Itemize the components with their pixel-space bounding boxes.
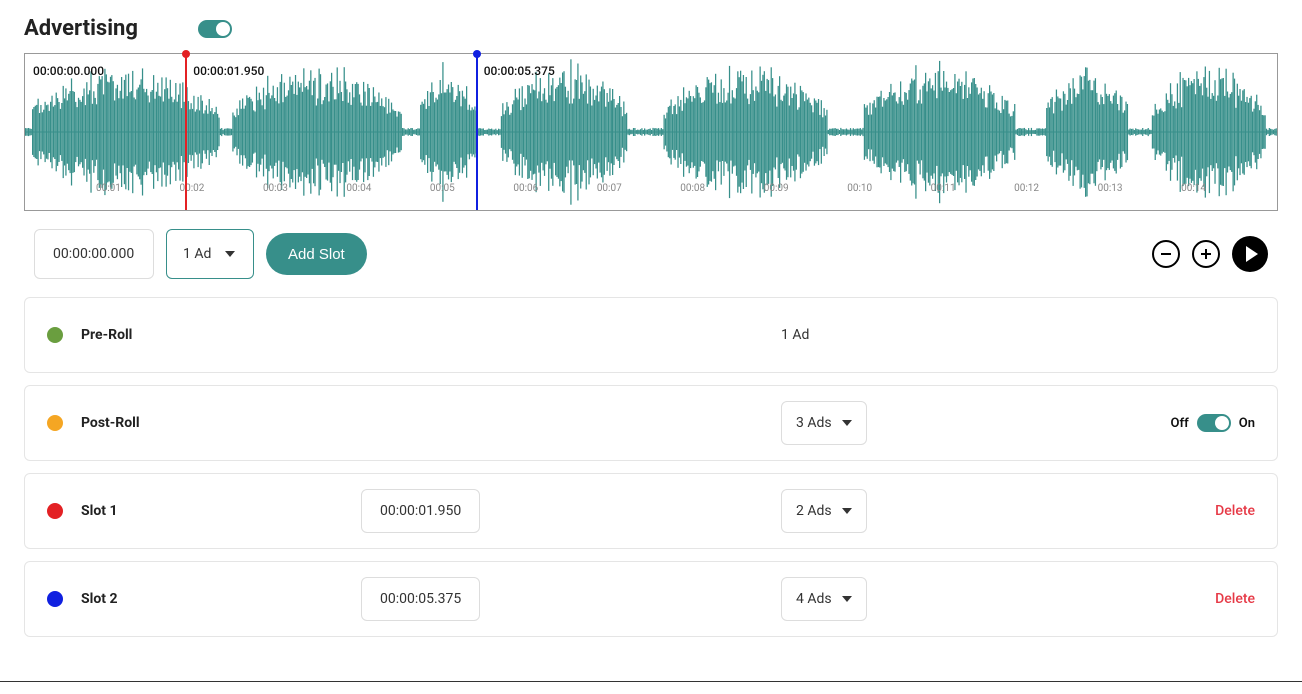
- waveform-marker-timestamp: 00:00:01.950: [193, 64, 264, 78]
- slot-ads-select[interactable]: 4 Ads: [781, 577, 867, 621]
- slot-ads-select[interactable]: 2 Ads: [781, 489, 867, 533]
- toggle-on-label: On: [1239, 416, 1255, 431]
- toggle-off-label: Off: [1171, 416, 1189, 431]
- slot-card: Slot 200:00:05.375 4 Ads Delete: [24, 561, 1278, 637]
- slot-card: Post-Roll 3 Ads Off On: [24, 385, 1278, 461]
- slot-name: Slot 2: [81, 591, 361, 607]
- page-title: Advertising: [24, 16, 138, 41]
- slot-color-dot: [47, 327, 63, 343]
- slot-color-dot: [47, 591, 63, 607]
- chevron-down-icon: [842, 508, 852, 514]
- slot-ads-label: 4 Ads: [796, 591, 832, 607]
- waveform[interactable]: 00:00:00.000 00:0100:0200:0300:0400:0500…: [24, 53, 1278, 211]
- advertising-toggle[interactable]: [198, 20, 232, 38]
- slot-card: Pre-Roll 1 Ad: [24, 297, 1278, 373]
- minus-icon: [1159, 247, 1173, 261]
- slot-ads-select[interactable]: 3 Ads: [781, 401, 867, 445]
- slot-name: Post-Roll: [81, 415, 361, 431]
- waveform-start-timestamp: 00:00:00.000: [33, 64, 104, 78]
- time-input[interactable]: 00:00:00.000: [34, 229, 154, 279]
- slot-time-input[interactable]: 00:00:05.375: [361, 577, 480, 621]
- add-slot-button[interactable]: Add Slot: [266, 233, 367, 275]
- ads-count-select-label: 1 Ad: [183, 246, 211, 262]
- waveform-marker[interactable]: [185, 54, 187, 210]
- ads-count-select[interactable]: 1 Ad: [166, 229, 254, 279]
- zoom-out-button[interactable]: [1152, 240, 1180, 268]
- slot-color-dot: [47, 503, 63, 519]
- chevron-down-icon: [842, 596, 852, 602]
- slot-name: Slot 1: [81, 503, 361, 519]
- play-icon: [1246, 246, 1258, 262]
- slot-ads-label: 1 Ad: [781, 327, 809, 343]
- delete-slot-button[interactable]: Delete: [1215, 503, 1255, 519]
- slot-ads-label: 3 Ads: [796, 415, 832, 431]
- slot-color-dot: [47, 415, 63, 431]
- slot-time-input[interactable]: 00:00:01.950: [361, 489, 480, 533]
- waveform-marker-handle[interactable]: [473, 50, 481, 58]
- plus-icon: [1199, 247, 1213, 261]
- slot-toggle[interactable]: [1197, 414, 1231, 432]
- chevron-down-icon: [842, 420, 852, 426]
- delete-slot-button[interactable]: Delete: [1215, 591, 1255, 607]
- waveform-marker-timestamp: 00:00:05.375: [484, 64, 555, 78]
- waveform-marker[interactable]: [476, 54, 478, 210]
- slot-name: Pre-Roll: [81, 327, 361, 343]
- zoom-in-button[interactable]: [1192, 240, 1220, 268]
- chevron-down-icon: [225, 251, 235, 257]
- play-button[interactable]: [1232, 236, 1268, 272]
- slot-card: Slot 100:00:01.950 2 Ads Delete: [24, 473, 1278, 549]
- slot-ads-label: 2 Ads: [796, 503, 832, 519]
- footer-divider: [0, 681, 1302, 682]
